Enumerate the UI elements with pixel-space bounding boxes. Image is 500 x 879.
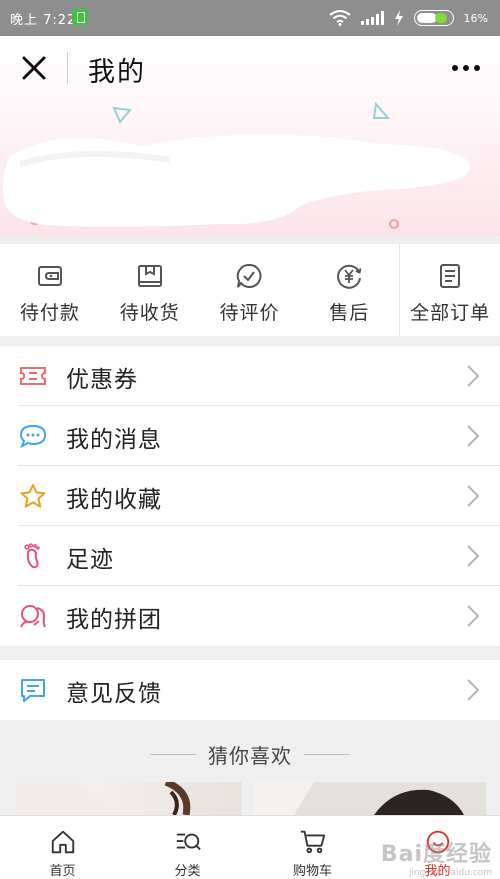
category-search-icon — [176, 833, 201, 851]
menu-label: 我的消息 — [66, 427, 162, 453]
divider — [304, 753, 350, 755]
chevron-right-icon — [467, 545, 480, 567]
close-icon[interactable] — [18, 52, 50, 84]
menu-item-footprints[interactable]: 足迹 — [0, 526, 500, 586]
tab-cart[interactable]: 购物车 — [250, 816, 375, 879]
chevron-right-icon — [467, 485, 480, 507]
chevron-right-icon — [467, 425, 480, 447]
footprint-icon — [24, 543, 40, 569]
menu-item-coupons[interactable]: 优惠券 — [0, 346, 500, 406]
coupon-icon — [20, 367, 46, 385]
header-divider — [67, 52, 68, 84]
recommend-header: 猜你喜欢 — [0, 736, 500, 772]
charging-icon — [394, 10, 403, 26]
product-card-image[interactable] — [254, 782, 486, 815]
menu-label: 优惠券 — [66, 367, 138, 393]
profile-header: 我的 — [0, 36, 500, 236]
page-title: 我的 — [88, 57, 146, 88]
profile-menu-list: 优惠券 我的消息 我的收藏 足迹 我的拼团 — [0, 346, 500, 646]
order-pending-payment[interactable]: 待付款 — [0, 244, 100, 336]
wifi-icon — [328, 10, 351, 26]
order-label: 全部订单 — [410, 302, 491, 324]
signal-icon — [360, 11, 384, 25]
chevron-right-icon — [467, 605, 480, 627]
more-options-icon[interactable] — [446, 58, 486, 78]
menu-item-messages[interactable]: 我的消息 — [0, 406, 500, 466]
message-icon — [19, 424, 47, 449]
chevron-right-icon — [467, 679, 480, 701]
product-card-image[interactable] — [16, 782, 242, 815]
home-icon — [51, 830, 74, 854]
cart-icon — [300, 830, 325, 854]
menu-item-group-buy[interactable]: 我的拼团 — [0, 586, 500, 646]
order-label: 售后 — [329, 302, 370, 324]
recommend-title: 猜你喜欢 — [208, 743, 292, 768]
group-icon — [20, 605, 46, 628]
status-indicators: 16% — [328, 8, 488, 28]
status-bar: 晚上 7:22 16% — [0, 0, 500, 36]
order-all[interactable]: 全部订单 — [399, 244, 500, 336]
battery-percent: 16% — [463, 11, 488, 25]
menu-label: 我的拼团 — [66, 607, 162, 633]
wallet-icon — [37, 266, 62, 286]
menu-label: 足迹 — [66, 547, 114, 573]
refund-yen-icon — [337, 264, 362, 289]
redacted-profile-info — [2, 134, 470, 227]
order-pending-review[interactable]: 待评价 — [200, 244, 300, 336]
feedback-icon — [21, 679, 45, 702]
divider — [150, 753, 196, 755]
menu-label: 意见反馈 — [66, 681, 162, 707]
order-label: 待收货 — [119, 302, 180, 324]
battery-icon — [413, 10, 454, 26]
watermark-logo: Bai度经验 jingyan.baidu.com — [380, 842, 492, 878]
star-icon — [20, 484, 46, 508]
review-icon — [237, 263, 262, 288]
package-icon — [137, 265, 162, 287]
tab-label: 购物车 — [292, 864, 332, 879]
order-after-sales[interactable]: 售后 — [299, 244, 399, 336]
menu-item-feedback[interactable]: 意见反馈 — [0, 660, 500, 720]
tab-category[interactable]: 分类 — [125, 816, 250, 879]
tab-home[interactable]: 首页 — [0, 816, 125, 879]
notification-app-icon — [72, 9, 88, 25]
order-label: 待付款 — [19, 302, 80, 324]
order-label: 待评价 — [219, 302, 280, 324]
order-pending-receipt[interactable]: 待收货 — [100, 244, 200, 336]
order-status-bar: 待付款 待收货 待评价 售后 全部订单 — [0, 244, 500, 336]
tab-label: 首页 — [49, 864, 76, 879]
chevron-right-icon — [467, 365, 480, 387]
menu-label: 我的收藏 — [66, 487, 162, 513]
status-time: 晚上 7:22 — [10, 13, 77, 28]
order-list-icon — [440, 264, 461, 288]
feedback-section: 意见反馈 — [0, 660, 500, 720]
menu-item-favorites[interactable]: 我的收藏 — [0, 466, 500, 526]
tab-label: 分类 — [174, 864, 201, 879]
